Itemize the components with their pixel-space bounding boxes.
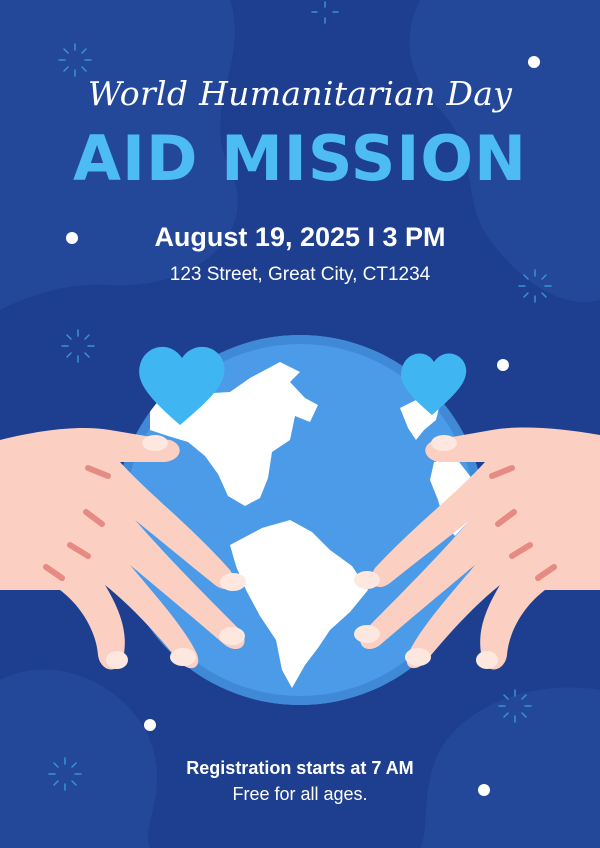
dot-decoration bbox=[528, 56, 540, 68]
fingernail bbox=[142, 435, 168, 451]
dot-decoration bbox=[144, 719, 156, 731]
event-title: AID MISSION bbox=[72, 122, 528, 195]
fingernail bbox=[476, 651, 498, 669]
fingernail bbox=[354, 571, 380, 589]
globe-hands-illustration bbox=[0, 335, 600, 705]
fingernail bbox=[354, 625, 380, 643]
fingernail bbox=[220, 573, 246, 591]
fingernail bbox=[431, 435, 457, 451]
registration-info: Registration starts at 7 AM bbox=[186, 758, 414, 778]
fingernail bbox=[219, 627, 245, 645]
event-address: 123 Street, Great City, CT1234 bbox=[169, 264, 431, 285]
fingernail bbox=[170, 648, 196, 666]
event-date-time: August 19, 2025 I 3 PM bbox=[154, 222, 446, 252]
event-subtitle: World Humanitarian Day bbox=[87, 74, 513, 113]
fingernail bbox=[405, 648, 431, 666]
admission-note: Free for all ages. bbox=[232, 784, 368, 804]
fingernail bbox=[106, 651, 128, 669]
poster: World Humanitarian Day AID MISSION Augus… bbox=[0, 0, 600, 848]
